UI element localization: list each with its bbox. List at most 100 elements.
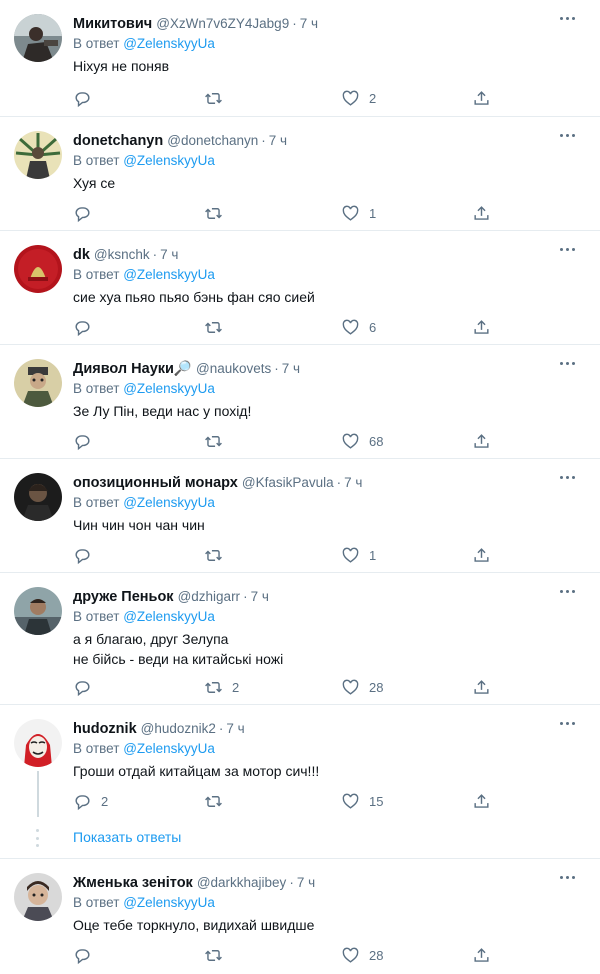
separator: · <box>261 133 266 148</box>
more-icon[interactable] <box>556 869 578 885</box>
author-name[interactable]: Диявол Науки🔎 <box>73 361 192 377</box>
like-button[interactable]: 28 <box>341 675 383 699</box>
author-handle[interactable]: @XzWn7v6ZY4Jabg9 <box>156 16 289 31</box>
author-handle[interactable]: @KfasikPavula <box>242 475 334 490</box>
author-handle[interactable]: @donetchanyn <box>167 133 258 148</box>
tweet[interactable]: hudoznik @hudoznik2 · 7 ч В ответ @Zelensky… <box>0 705 600 859</box>
author-name[interactable]: опозиционный монарх <box>73 475 238 491</box>
tweet-actions: 28 <box>73 943 600 967</box>
retweet-button[interactable] <box>204 789 232 813</box>
author-name[interactable]: друже Пеньок <box>73 589 174 605</box>
reply-button[interactable]: 2 <box>73 789 108 813</box>
author-name[interactable]: Жменька зеніток <box>73 875 193 891</box>
like-button[interactable]: 1 <box>341 543 376 567</box>
more-icon[interactable] <box>556 127 578 143</box>
reply-context: В ответ @ZelenskyyUa <box>73 607 584 627</box>
show-replies-link[interactable]: Показать ответы <box>73 829 181 845</box>
mention-link[interactable]: @ZelenskyyUa <box>123 36 215 51</box>
share-button[interactable] <box>472 543 491 567</box>
tweet[interactable]: dk @ksnchk · 7 ч В ответ @ZelenskyyUa сие х… <box>0 231 600 345</box>
share-button[interactable] <box>472 675 491 699</box>
reply-button[interactable] <box>73 201 101 225</box>
author-name[interactable]: donetchanyn <box>73 133 163 149</box>
timestamp[interactable]: 7 ч <box>300 16 318 31</box>
author-handle[interactable]: @darkkhajibey <box>197 875 287 890</box>
timestamp[interactable]: 7 ч <box>297 875 315 890</box>
timestamp[interactable]: 7 ч <box>282 361 300 376</box>
like-button[interactable]: 2 <box>341 86 376 110</box>
retweet-button[interactable] <box>204 543 232 567</box>
share-icon <box>474 679 489 694</box>
avatar[interactable] <box>14 14 62 62</box>
retweet-icon <box>205 207 222 219</box>
more-icon[interactable] <box>556 241 578 257</box>
reply-button[interactable] <box>73 429 101 453</box>
share-button[interactable] <box>472 789 491 813</box>
avatar[interactable] <box>14 587 62 635</box>
tweet[interactable]: Диявол Науки🔎 @naukovets · 7 ч В ответ @Zel… <box>0 345 600 459</box>
avatar[interactable] <box>14 873 62 921</box>
tweet-actions: 2 <box>73 86 600 110</box>
retweet-button[interactable] <box>204 943 232 967</box>
heart-icon <box>342 793 359 809</box>
timestamp[interactable]: 7 ч <box>344 475 362 490</box>
avatar[interactable] <box>14 473 62 521</box>
more-icon[interactable] <box>556 715 578 731</box>
reply-button[interactable] <box>73 543 101 567</box>
separator: · <box>336 475 342 490</box>
share-button[interactable] <box>472 201 491 225</box>
timestamp[interactable]: 7 ч <box>226 721 244 736</box>
author-handle[interactable]: @dzhigarr <box>178 589 240 604</box>
share-button[interactable] <box>472 315 491 339</box>
timestamp[interactable]: 7 ч <box>160 247 178 262</box>
more-icon[interactable] <box>556 469 578 485</box>
share-button[interactable] <box>472 86 491 110</box>
more-icon[interactable] <box>556 10 578 26</box>
author-name[interactable]: Микитович <box>73 16 152 32</box>
mention-link[interactable]: @ZelenskyyUa <box>123 153 215 168</box>
tweet[interactable]: Микитович @XzWn7v6ZY4Jabg9 · 7 ч В ответ @Z… <box>0 0 600 117</box>
author-handle[interactable]: @hudoznik2 <box>141 721 216 736</box>
reply-button[interactable] <box>73 86 101 110</box>
timestamp[interactable]: 7 ч <box>269 133 287 148</box>
mention-link[interactable]: @ZelenskyyUa <box>123 495 215 510</box>
like-button[interactable]: 68 <box>341 429 383 453</box>
mention-link[interactable]: @ZelenskyyUa <box>123 267 215 282</box>
like-button[interactable]: 15 <box>341 789 383 813</box>
more-icon[interactable] <box>556 583 578 599</box>
mention-link[interactable]: @ZelenskyyUa <box>123 741 215 756</box>
retweet-button[interactable] <box>204 315 232 339</box>
author-handle[interactable]: @ksnchk <box>94 247 150 262</box>
more-icon[interactable] <box>556 355 578 371</box>
retweet-button[interactable] <box>204 201 232 225</box>
avatar[interactable] <box>14 359 62 407</box>
author-name[interactable]: hudoznik <box>73 721 137 737</box>
avatar[interactable] <box>14 131 62 179</box>
like-count: 68 <box>369 433 384 449</box>
retweet-button[interactable]: 2 <box>204 675 239 699</box>
share-button[interactable] <box>472 943 491 967</box>
retweet-button[interactable] <box>204 429 232 453</box>
mention-link[interactable]: @ZelenskyyUa <box>123 381 215 396</box>
like-button[interactable]: 1 <box>341 201 376 225</box>
timestamp[interactable]: 7 ч <box>251 589 269 604</box>
avatar[interactable] <box>14 719 62 767</box>
retweet-button[interactable] <box>204 86 232 110</box>
tweet[interactable]: друже Пеньок @dzhigarr · 7 ч В ответ @Zelen… <box>0 573 600 705</box>
reply-button[interactable] <box>73 315 101 339</box>
reply-button[interactable] <box>73 943 101 967</box>
reply-prefix: В ответ <box>73 381 120 396</box>
like-button[interactable]: 6 <box>341 315 376 339</box>
author-handle[interactable]: @naukovets <box>196 361 271 376</box>
tweet[interactable]: Жменька зеніток @darkkhajibey · 7 ч В ответ… <box>0 859 600 974</box>
mention-link[interactable]: @ZelenskyyUa <box>123 609 215 624</box>
tweet-text: а я благаю, друг Зелупа не бійсь - веди … <box>73 631 284 667</box>
tweet[interactable]: donetchanyn @donetchanyn · 7 ч В ответ @Zel… <box>0 117 600 231</box>
mention-link[interactable]: @ZelenskyyUa <box>123 895 215 910</box>
tweet[interactable]: опозиционный монарх @KfasikPavula · 7 ч В о… <box>0 459 600 573</box>
share-button[interactable] <box>472 429 491 453</box>
author-name[interactable]: dk <box>73 247 90 263</box>
avatar[interactable] <box>14 245 62 293</box>
like-button[interactable]: 28 <box>341 943 383 967</box>
reply-button[interactable] <box>73 675 101 699</box>
